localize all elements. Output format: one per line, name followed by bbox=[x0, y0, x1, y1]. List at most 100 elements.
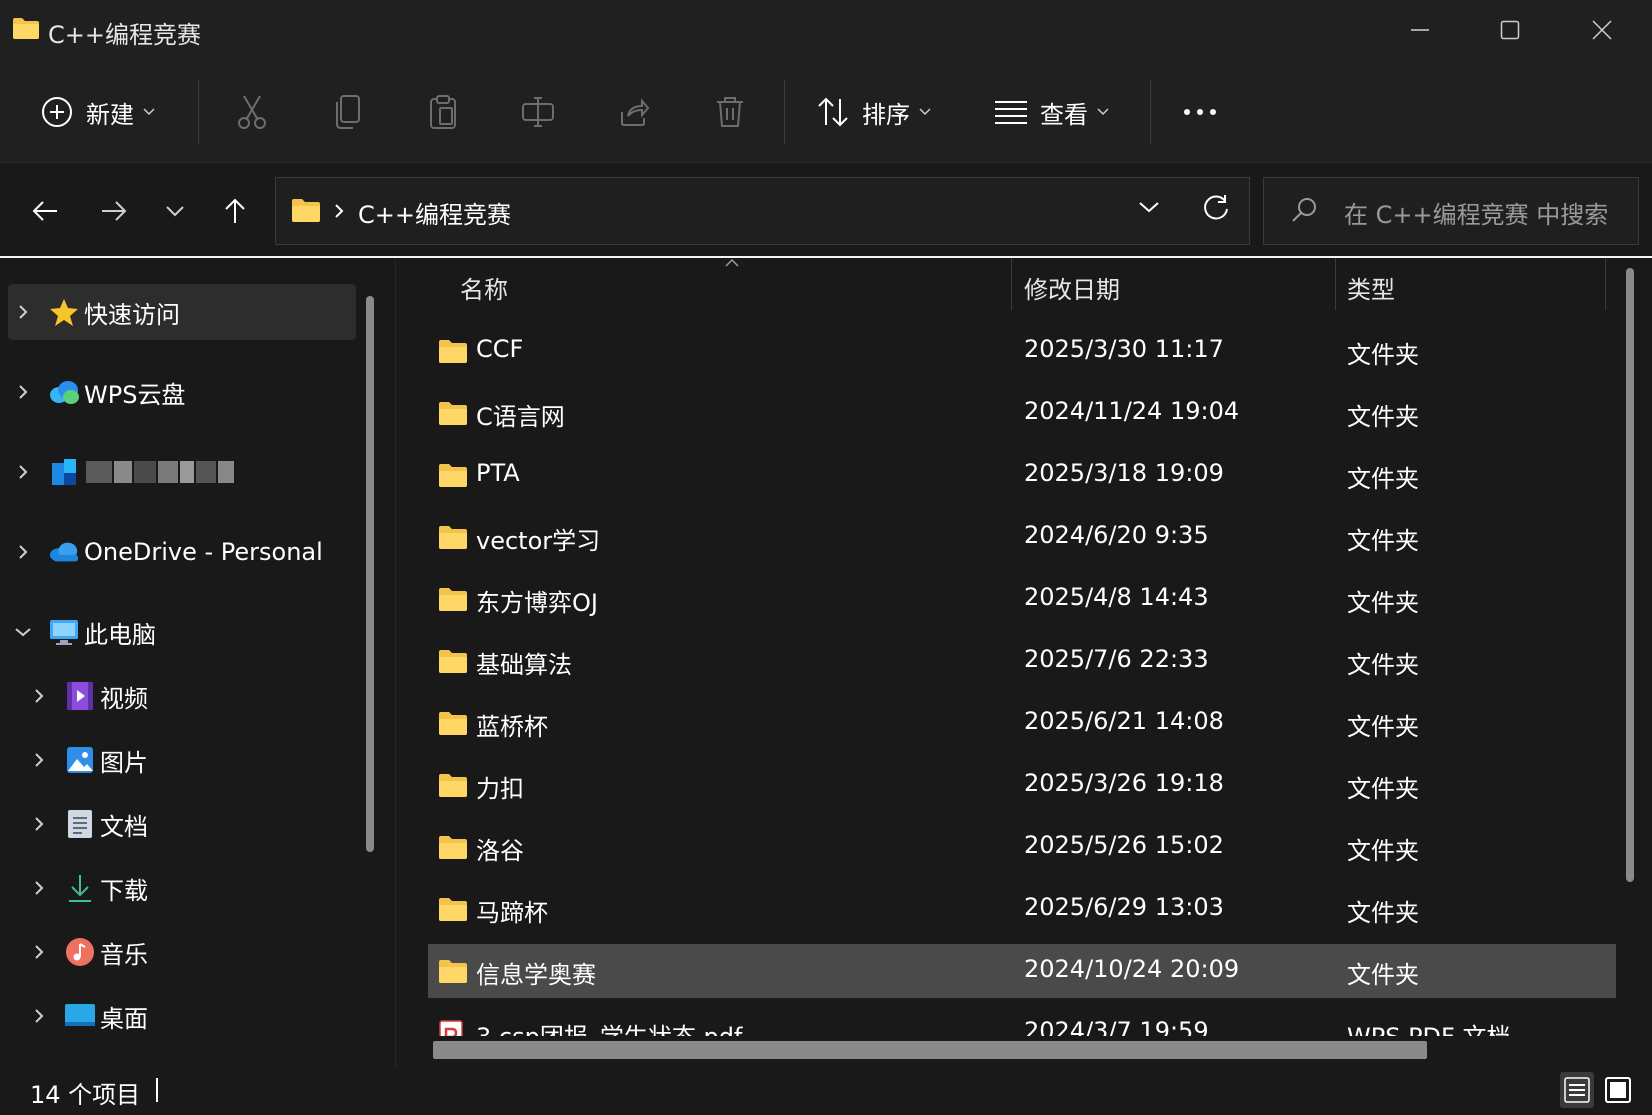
star-icon bbox=[48, 296, 80, 328]
maximize-button[interactable] bbox=[1465, 0, 1555, 60]
recent-locations-button[interactable] bbox=[149, 185, 201, 237]
video-icon bbox=[64, 680, 96, 712]
file-type: 文件夹 bbox=[1347, 465, 1419, 493]
column-divider[interactable] bbox=[1605, 258, 1606, 310]
sidebar-item-videos[interactable]: 视频 bbox=[24, 668, 356, 724]
address-dropdown-button[interactable] bbox=[1138, 200, 1160, 214]
up-button[interactable] bbox=[209, 185, 261, 237]
sidebar-item-this-pc[interactable]: 此电脑 bbox=[8, 604, 356, 660]
file-row[interactable]: C语言网 2024/11/24 19:04 文件夹 bbox=[428, 386, 1616, 440]
sort-arrows-icon bbox=[816, 95, 850, 129]
arrow-up-icon bbox=[223, 197, 247, 225]
file-row[interactable]: 力扣 2025/3/26 19:18 文件夹 bbox=[428, 758, 1616, 812]
sidebar-item-blurred-app[interactable] bbox=[8, 444, 356, 500]
file-row[interactable]: PTA 2025/3/18 19:09 文件夹 bbox=[428, 448, 1616, 502]
sidebar-item-label: OneDrive - Personal bbox=[84, 538, 323, 566]
app-icon bbox=[48, 456, 80, 488]
file-modified-date: 2025/6/21 14:08 bbox=[1024, 707, 1224, 735]
copy-button[interactable] bbox=[328, 82, 368, 142]
details-view-icon bbox=[1564, 1077, 1590, 1103]
file-row[interactable]: CCF 2025/3/30 11:17 文件夹 bbox=[428, 324, 1616, 378]
sidebar-item-onedrive[interactable]: OneDrive - Personal bbox=[8, 524, 356, 580]
column-divider[interactable] bbox=[1011, 258, 1012, 310]
sort-button[interactable]: 排序 bbox=[816, 82, 932, 142]
more-options-button[interactable] bbox=[1180, 82, 1220, 142]
new-button[interactable]: 新建 bbox=[40, 82, 156, 142]
sidebar-item-desktop[interactable]: 桌面 bbox=[24, 988, 356, 1044]
paste-button[interactable] bbox=[423, 82, 463, 142]
sidebar-item-pictures[interactable]: 图片 bbox=[24, 732, 356, 788]
chevron-right-icon[interactable] bbox=[8, 463, 38, 481]
cut-button[interactable] bbox=[232, 82, 272, 142]
file-list: CCF 2025/3/30 11:17 文件夹 C语言网 2024/11/24 19:0… bbox=[396, 318, 1652, 1036]
share-icon bbox=[618, 96, 650, 128]
chevron-right-icon[interactable] bbox=[8, 543, 38, 561]
sidebar-item-label: 下载 bbox=[100, 876, 148, 905]
file-name: 信息学奥赛 bbox=[476, 961, 596, 989]
status-divider bbox=[156, 1078, 158, 1102]
file-modified-date: 2025/6/29 13:03 bbox=[1024, 893, 1224, 921]
column-header-type[interactable]: 类型 bbox=[1347, 270, 1395, 305]
column-header-date[interactable]: 修改日期 bbox=[1024, 270, 1120, 305]
chevron-right-icon[interactable] bbox=[8, 303, 38, 321]
file-row[interactable]: 东方博弈OJ 2025/4/8 14:43 文件夹 bbox=[428, 572, 1616, 626]
file-type: 文件夹 bbox=[1347, 837, 1419, 865]
view-button[interactable]: 查看 bbox=[994, 82, 1110, 142]
refresh-button[interactable] bbox=[1202, 193, 1230, 221]
file-modified-date: 2024/3/7 19:59 bbox=[1024, 1017, 1209, 1036]
arrow-right-icon bbox=[100, 199, 128, 223]
file-name: 马蹄杯 bbox=[476, 899, 548, 927]
delete-button[interactable] bbox=[710, 82, 750, 142]
large-icons-view-button[interactable] bbox=[1601, 1072, 1635, 1108]
file-row[interactable]: vector学习 2024/6/20 9:35 文件夹 bbox=[428, 510, 1616, 564]
file-row[interactable]: 基础算法 2025/7/6 22:33 文件夹 bbox=[428, 634, 1616, 688]
sidebar-item-music[interactable]: 音乐 bbox=[24, 924, 356, 980]
file-row[interactable]: 洛谷 2025/5/26 15:02 文件夹 bbox=[428, 820, 1616, 874]
list-lines-icon bbox=[994, 99, 1028, 125]
file-modified-date: 2025/5/26 15:02 bbox=[1024, 831, 1224, 859]
rename-button[interactable] bbox=[518, 82, 558, 142]
toolbar-divider bbox=[784, 80, 785, 144]
file-row[interactable]: 马蹄杯 2025/6/29 13:03 文件夹 bbox=[428, 882, 1616, 936]
share-button[interactable] bbox=[614, 82, 654, 142]
chevron-right-icon[interactable] bbox=[24, 879, 54, 897]
file-type: 文件夹 bbox=[1347, 775, 1419, 803]
folder-icon bbox=[438, 524, 468, 550]
arrow-left-icon bbox=[31, 199, 59, 223]
forward-button[interactable] bbox=[88, 185, 140, 237]
details-view-button[interactable] bbox=[1560, 1072, 1594, 1108]
pictures-icon bbox=[64, 744, 96, 776]
file-row[interactable]: 信息学奥赛 2024/10/24 20:09 文件夹 bbox=[428, 944, 1616, 998]
file-name: vector学习 bbox=[476, 527, 601, 555]
sidebar-item-wps-cloud[interactable]: WPS云盘 bbox=[8, 364, 356, 420]
chevron-right-icon[interactable] bbox=[8, 383, 38, 401]
file-list-horizontal-scrollbar-thumb[interactable] bbox=[433, 1041, 1427, 1059]
file-row[interactable]: 3.csp团报_学生状态.pdf 2024/3/7 19:59 WPS PDF 文档 bbox=[428, 1006, 1616, 1036]
minimize-button[interactable] bbox=[1375, 0, 1465, 60]
breadcrumb-current-folder[interactable]: C++编程竞赛 bbox=[358, 195, 511, 230]
column-divider[interactable] bbox=[1335, 258, 1336, 310]
chevron-down-icon[interactable] bbox=[8, 626, 38, 638]
sidebar-item-downloads[interactable]: 下载 bbox=[24, 860, 356, 916]
file-row[interactable]: 蓝桥杯 2025/6/21 14:08 文件夹 bbox=[428, 696, 1616, 750]
chevron-right-icon[interactable] bbox=[24, 1007, 54, 1025]
folder-icon bbox=[438, 648, 468, 674]
search-icon bbox=[1290, 196, 1318, 224]
file-name: 基础算法 bbox=[476, 651, 572, 679]
chevron-right-icon[interactable] bbox=[24, 943, 54, 961]
item-count: 14 个项目 bbox=[30, 1081, 141, 1109]
folder-icon bbox=[438, 338, 468, 364]
sidebar-scrollbar-thumb[interactable] bbox=[366, 296, 374, 852]
close-button[interactable] bbox=[1557, 0, 1647, 60]
chevron-right-icon[interactable] bbox=[24, 815, 54, 833]
sidebar-item-label: 图片 bbox=[100, 748, 148, 777]
column-header-name[interactable]: 名称 bbox=[460, 270, 508, 305]
file-list-vertical-scrollbar-thumb[interactable] bbox=[1626, 268, 1634, 882]
chevron-right-icon[interactable] bbox=[24, 687, 54, 705]
chevron-right-icon[interactable] bbox=[24, 751, 54, 769]
sidebar-item-documents[interactable]: 文档 bbox=[24, 796, 356, 852]
folder-icon bbox=[438, 586, 468, 612]
sort-indicator-icon bbox=[724, 258, 740, 268]
back-button[interactable] bbox=[19, 185, 71, 237]
sidebar-item-quick-access[interactable]: 快速访问 bbox=[8, 284, 356, 340]
